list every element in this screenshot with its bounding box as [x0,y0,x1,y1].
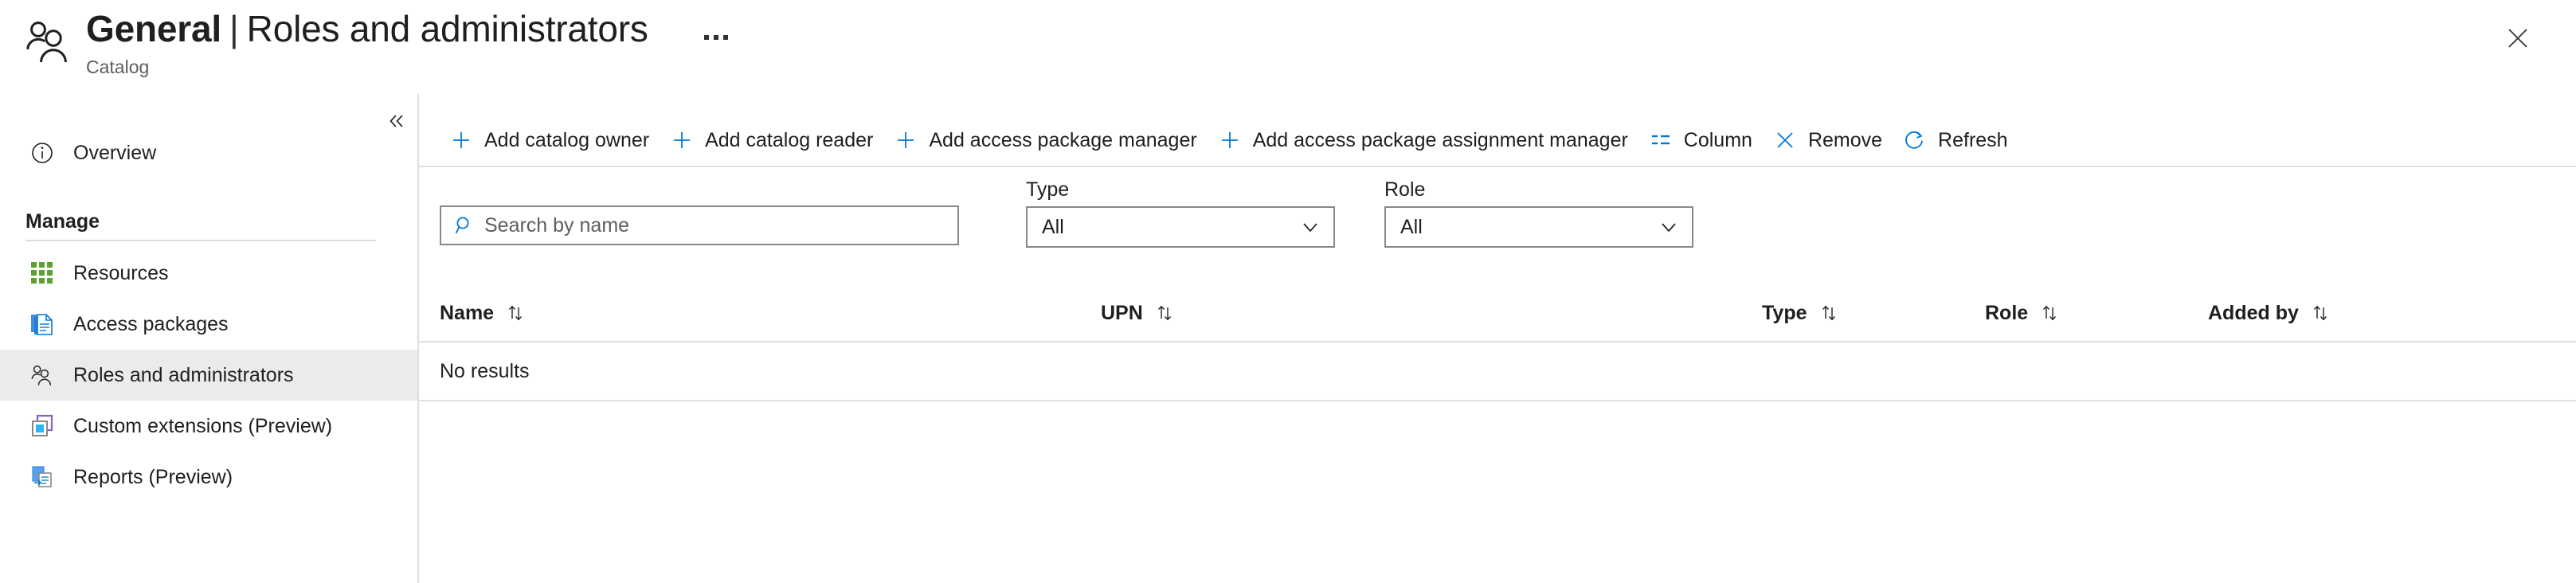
page-title-primary: General [86,8,221,49]
roles-table: Name UPN Type [417,285,2576,401]
toolbar-divider [417,166,2576,167]
more-commands-button[interactable] [699,24,733,51]
command-label: Remove [1808,129,1882,152]
close-button[interactable] [2493,18,2543,62]
column-header-type[interactable]: Type [1762,302,1985,325]
sidebar-item-label: Overview [73,142,156,165]
search-input[interactable] [476,208,957,243]
column-header-upn[interactable]: UPN [1101,302,1762,325]
page-header: General|Roles and administrators Catalog [0,0,2576,94]
grid-green-icon [25,256,59,290]
type-filter-select[interactable]: All [1026,206,1335,248]
custom-extension-icon [25,409,59,443]
add-access-package-assignment-manager-button[interactable]: Add access package assignment manager [1208,118,1639,162]
cross-icon [1771,127,1799,154]
sidebar-item-label: Custom extensions (Preview) [73,415,332,438]
sort-updown-icon[interactable] [1154,303,1175,323]
info-circle-icon [25,136,59,170]
table-body: No results [417,342,2576,401]
role-filter: Role All [1384,178,1693,248]
page-title-secondary: Roles and administrators [247,8,648,49]
plus-icon [1216,127,1243,154]
sidebar-item-label: Resources [73,262,169,285]
ellipsis-dot [714,35,718,40]
add-catalog-reader-button[interactable]: Add catalog reader [660,118,884,162]
sidebar-section-header: Manage [0,210,417,233]
column-header-label: UPN [1101,302,1143,325]
command-label: Column [1684,129,1752,152]
sidebar-item-custom-extensions[interactable]: Custom extensions (Preview) [0,401,417,452]
two-people-icon [22,18,75,65]
search-icon [452,213,476,237]
close-icon [2504,25,2531,56]
sort-updown-icon[interactable] [1818,303,1839,323]
table-empty-row: No results [417,342,2576,401]
type-filter-label: Type [1026,178,1335,201]
sidebar-item-label: Reports (Preview) [73,466,233,489]
sidebar-divider [25,240,376,241]
chevron-down-icon [1300,217,1321,237]
command-label: Add access package assignment manager [1253,129,1628,152]
refresh-icon [1901,127,1928,154]
command-label: Refresh [1938,129,2008,152]
columns-icon [1647,127,1674,154]
remove-button[interactable]: Remove [1764,118,1893,162]
refresh-button[interactable]: Refresh [1893,118,2019,162]
documents-blue-icon [25,307,59,341]
column-header-role[interactable]: Role [1985,302,2208,325]
role-filter-value: All [1400,216,1423,239]
command-bar: Add catalog owner Add catalog reader Add… [440,118,2019,162]
sort-updown-icon[interactable] [2310,303,2331,323]
type-filter: Type All [1026,178,1335,248]
sidebar-item-roles-and-administrators[interactable]: Roles and administrators [0,350,417,401]
title-block: General|Roles and administrators Catalog [86,6,648,77]
sort-updown-icon[interactable] [505,303,526,323]
column-header-name[interactable]: Name [440,302,1101,325]
plus-icon [668,127,695,154]
page-title-separator: | [221,8,247,49]
plus-icon [448,127,475,154]
page-subtitle: Catalog [86,57,648,77]
sidebar-item-reports[interactable]: Reports (Preview) [0,452,417,503]
column-header-label: Name [440,302,494,325]
sidebar-item-resources[interactable]: Resources [0,248,417,299]
table-header-row: Name UPN Type [417,285,2576,342]
two-people-icon [25,358,59,392]
column-header-added-by[interactable]: Added by [2208,302,2447,325]
reports-icon [25,460,59,494]
plus-icon [892,127,919,154]
role-filter-label: Role [1384,178,1693,201]
sort-updown-icon[interactable] [2039,303,2060,323]
chevron-down-icon [1658,217,1679,237]
add-catalog-owner-button[interactable]: Add catalog owner [440,118,660,162]
command-label: Add access package manager [929,129,1196,152]
column-button[interactable]: Column [1639,118,1764,162]
no-results-message: No results [440,360,530,383]
ellipsis-dot [704,35,709,40]
sidebar-item-label: Roles and administrators [73,364,294,387]
command-label: Add catalog reader [705,129,873,152]
column-header-label: Role [1985,302,2028,325]
sidebar-item-overview[interactable]: Overview [0,127,417,178]
column-header-label: Type [1762,302,1807,325]
sidebar-item-access-packages[interactable]: Access packages [0,299,417,350]
command-label: Add catalog owner [484,129,649,152]
add-access-package-manager-button[interactable]: Add access package manager [884,118,1208,162]
column-header-label: Added by [2208,302,2299,325]
search-box[interactable] [440,205,959,245]
main-content: Add catalog owner Add catalog reader Add… [417,94,2576,583]
page-title: General|Roles and administrators [86,6,648,51]
sidebar: Overview Manage Resources [0,94,417,583]
role-filter-select[interactable]: All [1384,206,1693,248]
ellipsis-dot [723,35,728,40]
sidebar-item-label: Access packages [73,313,229,336]
type-filter-value: All [1042,216,1064,239]
